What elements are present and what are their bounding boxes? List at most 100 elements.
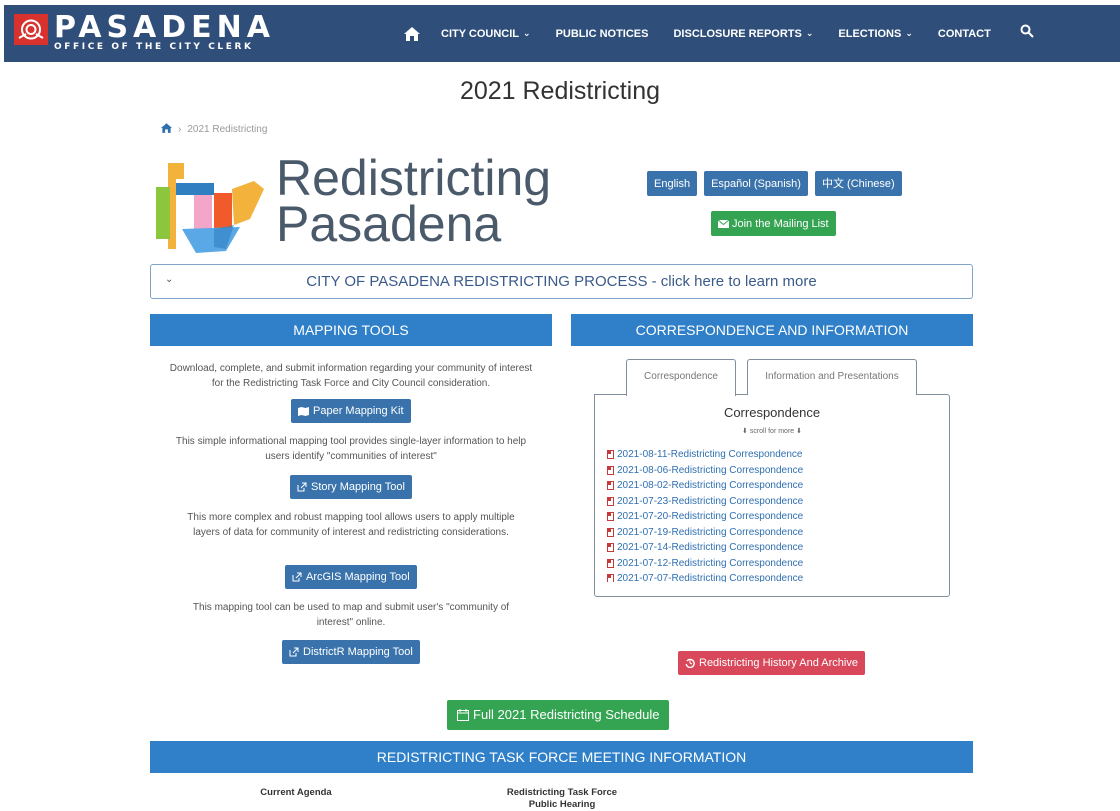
list-item[interactable]: 2021-07-14-Redistricting Correspondence — [607, 540, 937, 556]
breadcrumb-separator: › — [178, 124, 182, 135]
breadcrumb: › 2021 Redistricting — [161, 123, 267, 136]
brand-line1: Redistricting — [276, 150, 552, 206]
brand-line2: Pasadena — [276, 196, 502, 252]
public-hearing-label: Redistricting Task Force Public Hearing — [480, 787, 644, 811]
chevron-down-icon: ⌄ — [905, 28, 913, 38]
mapping-intro-text: Download, complete, and submit informati… — [169, 363, 533, 389]
full-schedule-button[interactable]: Full 2021 Redistricting Schedule — [447, 700, 670, 730]
story-mapping-tool-button[interactable]: Story Mapping Tool — [290, 475, 412, 499]
arcgis-mapping-tool-label: ArcGIS Mapping Tool — [306, 571, 410, 583]
districtr-mapping-text: This mapping tool can be used to map and… — [192, 602, 510, 628]
external-link-icon — [297, 482, 307, 492]
current-agenda-label: Current Agenda — [260, 787, 332, 798]
chinese-button[interactable]: 中文 (Chinese) — [814, 171, 902, 196]
join-mailing-list-button[interactable]: Join the Mailing List — [711, 211, 836, 236]
language-buttons: English Español (Spanish) 中文 (Chinese) — [647, 171, 909, 196]
list-item[interactable]: 2021-08-06-Redistricting Correspondence — [607, 463, 937, 479]
breadcrumb-home-icon[interactable] — [161, 123, 172, 136]
nav-disclosure-reports-label: DISCLOSURE REPORTS — [673, 27, 802, 40]
nav-public-notices[interactable]: PUBLIC NOTICES — [556, 28, 649, 40]
spanish-button[interactable]: Español (Spanish) — [704, 171, 808, 196]
public-hearing-line2: Public Hearing — [528, 799, 596, 810]
accordion-label: CITY OF PASADENA REDISTRICTING PROCESS -… — [306, 273, 817, 290]
list-item-label: 2021-07-23-Redistricting Correspondence — [617, 495, 804, 507]
external-link-icon — [292, 572, 302, 582]
envelope-icon — [718, 219, 729, 228]
correspondence-list[interactable]: 2021-08-11-Redistricting Correspondence … — [607, 447, 937, 582]
redistricting-process-accordion[interactable]: ⌄ CITY OF PASADENA REDISTRICTING PROCESS… — [150, 264, 973, 299]
list-item[interactable]: 2021-07-07-Redistricting Correspondence — [607, 571, 937, 582]
pdf-icon — [607, 496, 614, 506]
logo-title: PASADENA — [54, 10, 275, 45]
list-item[interactable]: 2021-08-02-Redistricting Correspondence — [607, 478, 937, 494]
tab-information-presentations[interactable]: Information and Presentations — [747, 359, 917, 395]
pdf-icon — [607, 558, 614, 568]
list-item-label: 2021-07-14-Redistricting Correspondence — [617, 542, 804, 553]
english-button[interactable]: English — [647, 171, 698, 196]
list-item-label: 2021-08-06-Redistricting Correspondence — [617, 464, 804, 476]
list-item[interactable]: 2021-08-11-Redistricting Correspondence — [607, 447, 937, 463]
redistricting-history-label: Redistricting History And Archive — [699, 657, 858, 669]
story-mapping-text: This simple informational mapping tool p… — [175, 436, 527, 462]
top-navbar: PASADENA OFFICE OF THE CITY CLERK CITY C… — [4, 5, 1120, 62]
list-item[interactable]: 2021-07-19-Redistricting Correspondence — [607, 525, 937, 541]
correspondence-heading: CORRESPONDENCE AND INFORMATION — [571, 314, 973, 346]
join-mailing-list-label: Join the Mailing List — [732, 217, 829, 230]
pdf-icon — [607, 450, 614, 460]
list-item-label: 2021-08-11-Redistricting Correspondence — [617, 449, 803, 460]
arcgis-mapping-text: This more complex and robust mapping too… — [187, 512, 515, 538]
calendar-icon — [457, 709, 469, 721]
paper-mapping-kit-button[interactable]: Paper Mapping Kit — [291, 399, 411, 423]
scroll-hint-label: scroll for more — [749, 428, 795, 435]
arcgis-mapping-tool-button[interactable]: ArcGIS Mapping Tool — [285, 565, 417, 589]
nav-disclosure-reports[interactable]: DISCLOSURE REPORTS ⌄ — [673, 28, 813, 40]
correspondence-tabs: Correspondence ⬇ scroll for more ⬇ 2021-… — [594, 359, 950, 599]
map-icon — [298, 406, 309, 416]
nav-elections-label: ELECTIONS — [838, 27, 902, 40]
list-item-label: 2021-08-02-Redistricting Correspondence — [617, 480, 804, 491]
list-item[interactable]: 2021-07-23-Redistricting Correspondence — [607, 494, 937, 510]
redistricting-history-button[interactable]: Redistricting History And Archive — [678, 651, 865, 675]
search-icon[interactable] — [1020, 24, 1034, 43]
history-icon — [685, 658, 695, 668]
paper-mapping-kit-label: Paper Mapping Kit — [313, 405, 404, 417]
story-mapping-tool-label: Story Mapping Tool — [311, 481, 405, 493]
list-item-label: 2021-07-20-Redistricting Correspondence — [617, 511, 804, 522]
pdf-icon — [607, 574, 614, 582]
scroll-hint: ⬇ scroll for more ⬇ — [595, 427, 949, 435]
redistricting-pasadena-logo: Redistricting Pasadena — [154, 150, 554, 255]
arrow-down-icon: ⬇ — [796, 428, 802, 435]
meeting-info-heading: REDISTRICTING TASK FORCE MEETING INFORMA… — [150, 741, 973, 773]
logo-subtitle: OFFICE OF THE CITY CLERK — [54, 42, 254, 52]
districtr-mapping-tool-label: DistrictR Mapping Tool — [303, 646, 413, 658]
public-hearing-line1: Redistricting Task Force — [506, 787, 618, 798]
mapping-tools-heading: MAPPING TOOLS — [150, 314, 552, 346]
list-item-label: 2021-07-19-Redistricting Correspondence — [617, 526, 804, 538]
nav-contact-label: CONTACT — [937, 27, 991, 40]
list-item-label: 2021-07-12-Redistricting Correspondence — [617, 557, 804, 569]
pdf-icon — [607, 465, 614, 475]
pdf-icon — [607, 543, 614, 553]
arrow-down-icon: ⬇ — [742, 428, 748, 435]
pdf-icon — [607, 527, 614, 537]
list-item[interactable]: 2021-07-20-Redistricting Correspondence — [607, 509, 937, 525]
correspondence-panel: Correspondence ⬇ scroll for more ⬇ 2021-… — [594, 394, 950, 597]
page-title: 2021 Redistricting — [459, 77, 661, 105]
list-item[interactable]: 2021-07-12-Redistricting Correspondence — [607, 556, 937, 572]
pasadena-logo[interactable]: PASADENA OFFICE OF THE CITY CLERK — [14, 10, 275, 53]
nav-elections[interactable]: ELECTIONS ⌄ — [838, 28, 913, 40]
districtr-mapping-tool-button[interactable]: DistrictR Mapping Tool — [282, 640, 420, 664]
pdf-icon — [607, 481, 614, 491]
list-item-label: 2021-07-07-Redistricting Correspondence — [617, 573, 804, 582]
nav-city-council-label: CITY COUNCIL — [441, 27, 520, 40]
tab-correspondence[interactable]: Correspondence — [626, 359, 736, 396]
redistricting-map-icon — [156, 163, 264, 253]
panel-title: Correspondence — [723, 405, 821, 420]
nav-contact[interactable]: CONTACT — [938, 28, 991, 40]
nav-city-council[interactable]: CITY COUNCIL ⌄ — [441, 28, 531, 40]
home-icon[interactable] — [399, 22, 425, 46]
nav-public-notices-label: PUBLIC NOTICES — [555, 27, 649, 40]
breadcrumb-current: 2021 Redistricting — [187, 124, 268, 135]
chevron-down-icon: ⌄ — [523, 28, 531, 38]
chevron-down-icon: ⌄ — [805, 28, 814, 38]
